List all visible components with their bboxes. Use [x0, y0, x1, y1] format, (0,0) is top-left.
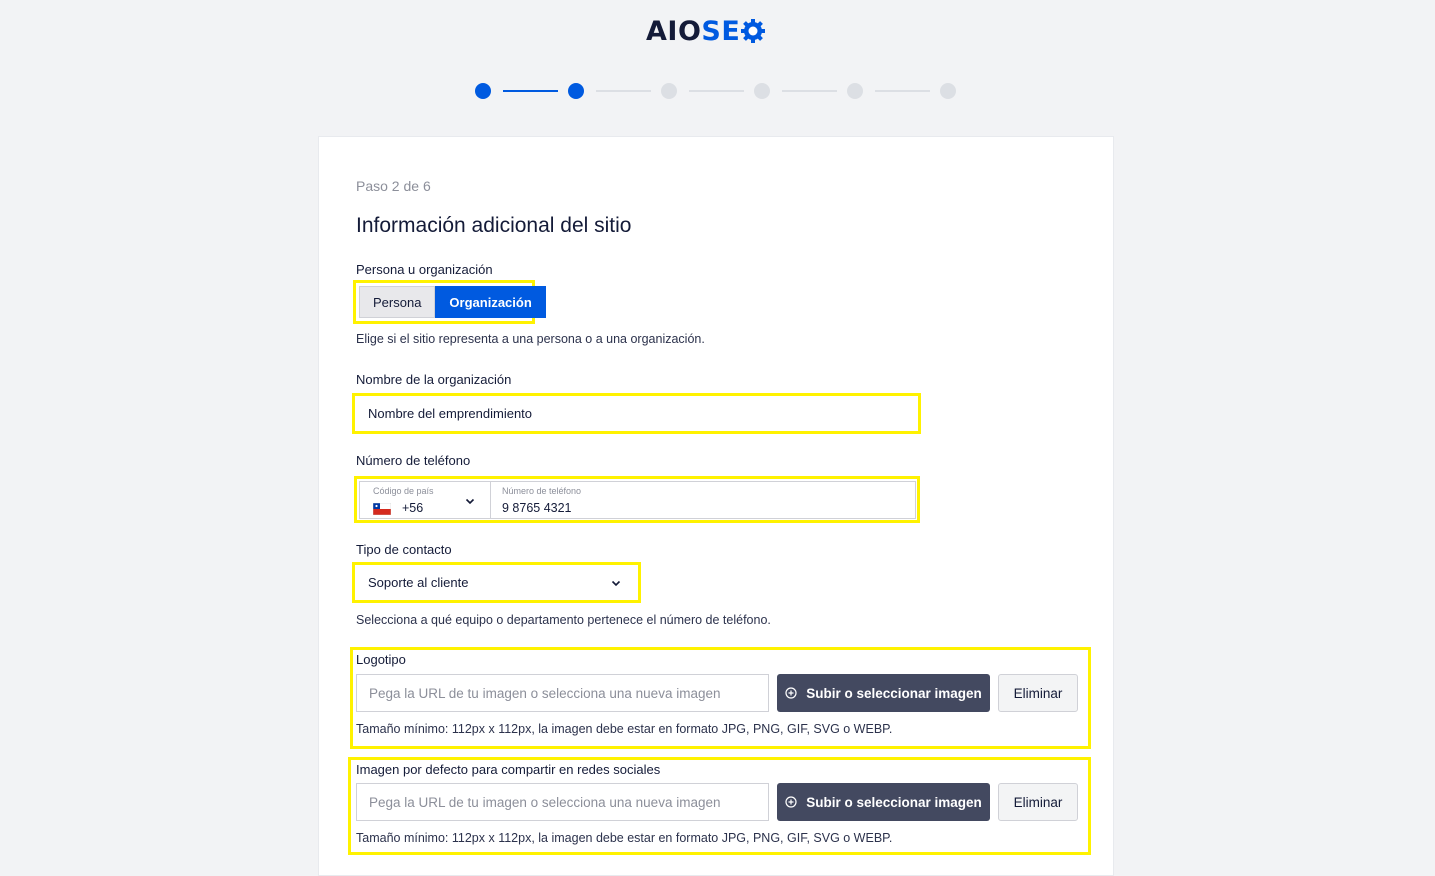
step-counter: Paso 2 de 6 [356, 178, 431, 194]
option-persona[interactable]: Persona [359, 286, 436, 318]
org-name-input[interactable]: Nombre del emprendimiento [356, 396, 917, 430]
page-title: Información adicional del sitio [356, 214, 632, 237]
contact-type-value: Soporte al cliente [368, 575, 469, 590]
phone-number-input[interactable]: Número de teléfono 9 8765 4321 [491, 482, 915, 518]
step-4-dot [754, 83, 770, 99]
person-org-label: Persona u organización [356, 262, 493, 277]
step-1-dot [475, 83, 491, 99]
logo-url-input[interactable]: Pega la URL de tu imagen o selecciona un… [356, 674, 769, 712]
social-image-remove-button[interactable]: Eliminar [998, 783, 1078, 821]
step-connector [782, 90, 837, 92]
aioseo-logo: AIO SE [646, 14, 766, 48]
plus-circle-icon [785, 796, 797, 808]
social-image-help: Tamaño mínimo: 112px x 112px, la imagen … [356, 831, 893, 845]
social-image-url-input[interactable]: Pega la URL de tu imagen o selecciona un… [356, 783, 769, 821]
phone-number-value: 9 8765 4321 [502, 501, 572, 515]
chevron-down-icon [465, 498, 475, 505]
contact-type-help: Selecciona a qué equipo o departamento p… [356, 613, 771, 627]
step-connector [503, 90, 558, 92]
logo-upload-button[interactable]: Subir o seleccionar imagen [777, 674, 990, 712]
phone-number-label: Número de teléfono [502, 486, 582, 496]
step-5-dot [847, 83, 863, 99]
country-code-select[interactable]: Código de país +56 [360, 482, 491, 518]
step-connector [689, 90, 744, 92]
person-org-help: Elige si el sitio representa a una perso… [356, 332, 705, 346]
plus-circle-icon [785, 687, 797, 699]
phone-label: Número de teléfono [356, 453, 471, 468]
logo-help: Tamaño mínimo: 112px x 112px, la imagen … [356, 722, 893, 736]
phone-field: Código de país +56 Número de teléfono 9 … [359, 481, 916, 519]
logo-text-aio: AIO [646, 15, 702, 47]
gear-icon [741, 19, 766, 43]
contact-type-select[interactable]: Soporte al cliente [356, 566, 637, 599]
country-code-label: Código de país [373, 486, 434, 496]
country-code-value: +56 [402, 501, 424, 515]
step-6-dot [940, 83, 956, 99]
social-image-upload-button[interactable]: Subir o seleccionar imagen [777, 783, 990, 821]
chile-flag-icon [373, 503, 391, 515]
logo-upload-label: Subir o seleccionar imagen [806, 685, 982, 701]
logo-label: Logotipo [356, 652, 406, 667]
social-image-label: Imagen por defecto para compartir en red… [356, 762, 661, 777]
step-connector [596, 90, 651, 92]
wizard-stepper [0, 83, 1435, 99]
step-connector [875, 90, 930, 92]
chevron-down-icon [611, 580, 621, 587]
logo-text-seo: SE [701, 15, 741, 47]
logo-remove-button[interactable]: Eliminar [998, 674, 1078, 712]
org-name-label: Nombre de la organización [356, 372, 512, 387]
step-3-dot [661, 83, 677, 99]
wizard-card: Paso 2 de 6 Información adicional del si… [318, 136, 1114, 876]
social-image-upload-label: Subir o seleccionar imagen [806, 794, 982, 810]
person-org-toggle: Persona Organización [359, 286, 546, 318]
option-organizacion[interactable]: Organización [435, 286, 546, 318]
step-2-dot [568, 83, 584, 99]
header: AIO SE [0, 0, 1435, 70]
contact-type-label: Tipo de contacto [356, 542, 452, 557]
